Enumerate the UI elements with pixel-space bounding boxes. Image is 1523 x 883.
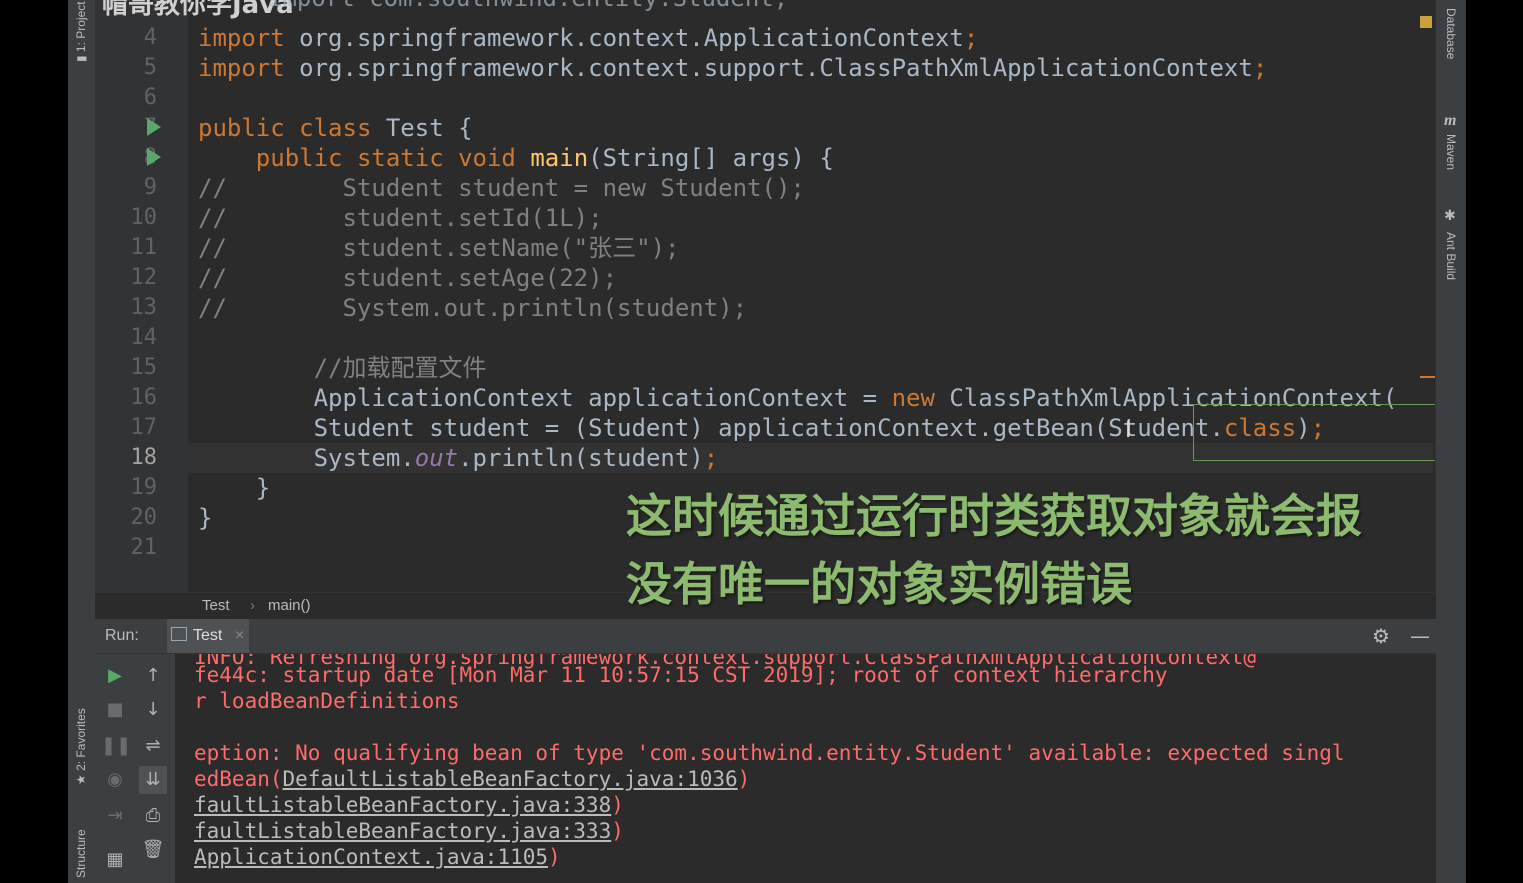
run-gutter-icon[interactable] <box>147 118 161 136</box>
run-panel-header: Run: Test × ⚙ — <box>95 619 1436 654</box>
line-number[interactable]: 13 <box>95 293 158 323</box>
subtitle-line-1: 这时候通过运行时类获取对象就会报 <box>626 489 1362 543</box>
stacktrace-link[interactable]: ApplicationContext.java:1105 <box>194 845 548 869</box>
line-number[interactable]: 18 <box>95 443 158 473</box>
maven-tab-label: Maven <box>1444 134 1458 171</box>
code-line[interactable]: // Student student = new Student(); <box>198 173 805 203</box>
ant-build-tab-label: Ant Build <box>1444 232 1458 281</box>
code-line[interactable]: import org.springframework.context.suppo… <box>198 53 1267 83</box>
line-number[interactable]: 17 <box>95 413 158 443</box>
analysis-status-icon[interactable] <box>1420 16 1432 28</box>
breadcrumb-separator: › <box>250 597 255 614</box>
right-tool-strip: Database m Maven ✱ Ant Build <box>1435 0 1466 883</box>
scroll-marker <box>1420 376 1436 378</box>
line-number[interactable]: 12 <box>95 263 158 293</box>
structure-tool-tab[interactable]: Structure <box>74 829 88 878</box>
code-line[interactable]: import org.springframework.context.Appli… <box>198 23 978 53</box>
gear-icon[interactable]: ⚙ <box>1372 624 1390 648</box>
code-line[interactable]: System.out.println(student); <box>198 443 719 473</box>
maven-tool-tab[interactable]: Maven <box>1444 134 1458 170</box>
console-output[interactable]: INFO: Refreshing org.springframework.con… <box>188 654 1436 883</box>
code-line[interactable]: public class Test { <box>198 113 473 143</box>
console-line: edBean(DefaultListableBeanFactory.java:1… <box>194 767 751 791</box>
text-cursor-icon: I <box>1125 418 1132 443</box>
line-number[interactable]: 19 <box>95 473 158 503</box>
print-icon[interactable]: ⎙ <box>139 802 167 830</box>
stacktrace-link[interactable]: faultListableBeanFactory.java:338 <box>194 793 611 817</box>
watermark-title: 帽哥教你学Java <box>102 0 294 20</box>
code-line[interactable]: //加载配置文件 <box>198 353 487 383</box>
code-line[interactable]: // student.setName("张三"); <box>198 233 679 263</box>
stop-icon[interactable]: ■ <box>101 696 129 724</box>
run-toolbar: ▶ ↑ ■ ↓ ❚❚ ⇌ ◉ ⇊ ⇥ ⎙ ▦ 🗑 <box>95 654 175 883</box>
console-line: faultListableBeanFactory.java:333) <box>194 819 624 843</box>
code-line[interactable]: } <box>198 473 270 503</box>
line-number[interactable]: 11 <box>95 233 158 263</box>
console-line: faultListableBeanFactory.java:338) <box>194 793 624 817</box>
close-icon[interactable]: × <box>235 627 244 645</box>
ant-build-tool-tab[interactable]: Ant Build <box>1444 232 1458 280</box>
scroll-down-icon[interactable]: ↓ <box>139 696 167 724</box>
line-number[interactable]: 9 <box>95 173 157 203</box>
login-icon[interactable]: ⇥ <box>101 802 129 830</box>
code-line[interactable]: // student.setAge(22); <box>198 263 617 293</box>
code-line[interactable]: } <box>198 503 212 533</box>
camera-icon[interactable]: ◉ <box>101 766 129 794</box>
console-line: fe44c: startup date [Mon Mar 11 10:57:15… <box>194 663 1168 687</box>
run-gutter-icon[interactable] <box>147 148 161 166</box>
code-line[interactable]: public static void main(String[] args) { <box>198 143 834 173</box>
ant-icon: ✱ <box>1444 208 1456 224</box>
console-line: r loadBeanDefinitions <box>194 689 460 713</box>
code-line[interactable]: Student student = (Student) applicationC… <box>198 413 1325 443</box>
selection-highlight <box>1193 404 1453 461</box>
favorites-tab-label: 2: Favorites <box>74 708 88 771</box>
line-number[interactable]: 4 <box>95 23 157 53</box>
stacktrace-link[interactable]: faultListableBeanFactory.java:333 <box>194 819 611 843</box>
rerun-icon[interactable]: ▶ <box>101 662 129 690</box>
scroll-up-icon[interactable]: ↑ <box>139 662 167 690</box>
editor-gutter: 4 5 6 7 8 9 10 11 12 13 14 15 16 17 18 19 20 21 <box>95 0 188 592</box>
layout-icon[interactable]: ▦ <box>101 846 129 874</box>
line-number[interactable]: 21 <box>95 533 158 563</box>
run-label: Run: <box>105 627 139 644</box>
line-number[interactable]: 6 <box>95 83 157 113</box>
soft-wrap-icon[interactable]: ⇌ <box>139 732 167 760</box>
code-line[interactable]: // student.setId(1L); <box>198 203 603 233</box>
run-tab-test[interactable]: Test × <box>167 619 249 653</box>
structure-tab-label: Structure <box>74 829 88 878</box>
console-icon <box>171 627 187 641</box>
line-number[interactable]: 5 <box>95 53 157 83</box>
video-subtitle: 这时候通过运行时类获取对象就会报 没有唯一的对象实例错误 <box>626 482 1362 618</box>
console-line: eption: No qualifying bean of type 'com.… <box>194 741 1345 765</box>
line-number[interactable]: 15 <box>95 353 158 383</box>
scroll-to-end-icon[interactable]: ⇊ <box>139 766 167 794</box>
line-number[interactable]: 14 <box>95 323 158 353</box>
ide-window: ▮ 1: Project ★ 2: Favorites Structure 45… <box>68 0 1466 883</box>
stacktrace-link[interactable]: DefaultListableBeanFactory.java:1036 <box>283 767 738 791</box>
favorites-tool-tab[interactable]: ★ 2: Favorites <box>74 708 88 785</box>
line-number[interactable]: 20 <box>95 503 158 533</box>
minimize-icon[interactable]: — <box>1410 624 1430 648</box>
breadcrumb-class[interactable]: Test <box>202 597 230 614</box>
code-line[interactable]: // System.out.println(student); <box>198 293 747 323</box>
database-tool-tab[interactable]: Database <box>1444 8 1458 59</box>
pause-icon[interactable]: ❚❚ <box>101 732 131 760</box>
line-number[interactable]: 16 <box>95 383 158 413</box>
partial-import-line: import com.southwind.entity.Student; <box>268 0 788 12</box>
line-number[interactable]: 10 <box>95 203 158 233</box>
subtitle-line-2: 没有唯一的对象实例错误 <box>626 557 1132 611</box>
project-tool-tab[interactable]: ▮ 1: Project <box>74 1 88 62</box>
console-line: ApplicationContext.java:1105) <box>194 845 561 869</box>
maven-icon: m <box>1444 112 1457 129</box>
breadcrumb-method[interactable]: main() <box>268 597 311 614</box>
left-tool-strip: ▮ 1: Project ★ 2: Favorites Structure <box>68 0 96 883</box>
database-tab-label: Database <box>1444 8 1458 60</box>
project-tab-label: 1: Project <box>74 1 88 53</box>
run-tab-label: Test <box>193 627 223 644</box>
trash-icon[interactable]: 🗑 <box>139 836 167 864</box>
